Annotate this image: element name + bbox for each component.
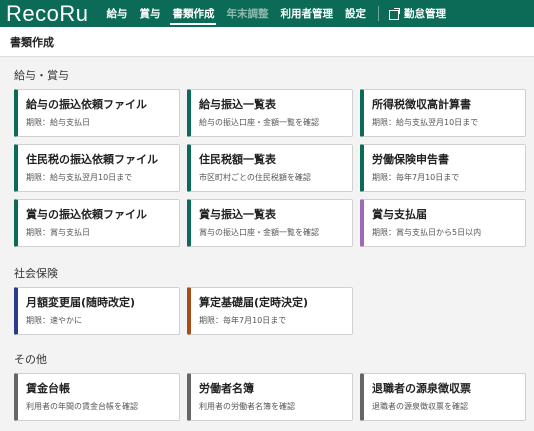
page-header: 書類作成: [0, 27, 534, 57]
external-link-icon: [388, 8, 400, 20]
card-subtitle: 期限：給与支払日: [26, 118, 90, 127]
card-title: 労働保険申告書: [372, 153, 449, 166]
social-insurance-card-grid: 月額変更届(随時改定) 期限：速やかに 算定基礎届(定時決定) 期限：毎年7月1…: [14, 287, 526, 335]
card-subtitle: 期限：賞与支払日から5日以内: [372, 228, 482, 237]
card-title: 月額変更届(随時改定): [26, 296, 136, 309]
card-subtitle: 市区町村ごとの住民税額を確認: [199, 173, 311, 182]
nav-divider: [377, 6, 379, 21]
section-title-salary-bonus: 給与・賞与: [14, 69, 69, 82]
card-title: 住民税額一覧表: [199, 153, 276, 166]
card-monthly-change-report[interactable]: 月額変更届(随時改定) 期限：速やかに: [14, 287, 180, 335]
card-subtitle: 給与の振込口座・金額一覧を確認: [199, 118, 319, 127]
nav-item-salary[interactable]: 給与: [100, 0, 133, 27]
card-title: 賞与支払届: [372, 208, 427, 221]
card-resident-tax-list[interactable]: 住民税額一覧表 市区町村ごとの住民税額を確認: [187, 144, 353, 192]
card-subtitle: 期限：賞与支払日: [26, 228, 90, 237]
nav-item-settings[interactable]: 設定: [339, 0, 372, 27]
app-logo[interactable]: RecoRu: [6, 0, 88, 27]
card-title: 所得税徴収高計算書: [372, 98, 471, 111]
attendance-link[interactable]: 勤怠管理: [385, 0, 450, 27]
card-subtitle: 期限：速やかに: [26, 316, 82, 325]
card-subtitle: 期限：毎年7月10日まで: [372, 173, 460, 182]
nav-item-documents[interactable]: 書類作成: [166, 0, 220, 27]
card-subtitle: 退職者の源泉徴収票を確認: [372, 402, 468, 411]
card-title: 給与の振込依頼ファイル: [26, 98, 147, 111]
card-income-tax-statement[interactable]: 所得税徴収高計算書 期限：給与支払翌月10日まで: [360, 89, 526, 137]
nav-item-bonus[interactable]: 賞与: [133, 0, 166, 27]
card-title: 住民税の振込依頼ファイル: [26, 153, 158, 166]
nav-item-user-management[interactable]: 利用者管理: [274, 0, 339, 27]
card-title: 賃金台帳: [26, 382, 70, 395]
card-retiree-withholding-slip[interactable]: 退職者の源泉徴収票 退職者の源泉徴収票を確認: [360, 373, 526, 421]
section-title-other: その他: [14, 353, 47, 366]
card-subtitle: 期限：給与支払翌月10日まで: [372, 118, 479, 127]
nav-item-year-end-adjustment: 年末調整: [226, 8, 269, 20]
card-subtitle: 利用者の労働者名簿を確認: [199, 402, 295, 411]
card-salary-transfer-list[interactable]: 給与振込一覧表 給与の振込口座・金額一覧を確認: [187, 89, 353, 137]
card-title: 賞与振込一覧表: [199, 208, 276, 221]
other-card-grid: 賃金台帳 利用者の年間の賃金台帳を確認 労働者名簿 利用者の労働者名簿を確認 退…: [14, 373, 526, 421]
card-bonus-payment-report[interactable]: 賞与支払届 期限：賞与支払日から5日以内: [360, 199, 526, 247]
card-subtitle: 期限：毎年7月10日まで: [199, 316, 287, 325]
card-title: 賞与の振込依頼ファイル: [26, 208, 147, 221]
page-title: 書類作成: [10, 35, 54, 49]
card-labor-insurance-declaration[interactable]: 労働保険申告書 期限：毎年7月10日まで: [360, 144, 526, 192]
card-bonus-transfer-file[interactable]: 賞与の振込依頼ファイル 期限：賞与支払日: [14, 199, 180, 247]
card-subtitle: 利用者の年間の賃金台帳を確認: [26, 402, 138, 411]
card-resident-tax-transfer-file[interactable]: 住民税の振込依頼ファイル 期限：給与支払翌月10日まで: [14, 144, 180, 192]
top-navigation-bar: RecoRu 給与 賞与 書類作成 年末調整 利用者管理 設定 勤怠管理: [0, 0, 534, 27]
card-salary-transfer-file[interactable]: 給与の振込依頼ファイル 期限：給与支払日: [14, 89, 180, 137]
card-wage-ledger[interactable]: 賃金台帳 利用者の年間の賃金台帳を確認: [14, 373, 180, 421]
salary-bonus-card-grid: 給与の振込依頼ファイル 期限：給与支払日 給与振込一覧表 給与の振込口座・金額一…: [14, 89, 526, 247]
card-calculation-basis-report[interactable]: 算定基礎届(定時決定) 期限：毎年7月10日まで: [187, 287, 353, 335]
card-title: 給与振込一覧表: [199, 98, 276, 111]
card-worker-roster[interactable]: 労働者名簿 利用者の労働者名簿を確認: [187, 373, 353, 421]
card-title: 労働者名簿: [199, 382, 254, 395]
main-nav: 給与 賞与 書類作成 年末調整 利用者管理 設定 勤怠管理: [100, 0, 450, 27]
card-subtitle: 賞与の振込口座・金額一覧を確認: [199, 228, 319, 237]
card-bonus-transfer-list[interactable]: 賞与振込一覧表 賞与の振込口座・金額一覧を確認: [187, 199, 353, 247]
card-subtitle: 期限：給与支払翌月10日まで: [26, 173, 133, 182]
attendance-link-label: 勤怠管理: [403, 8, 446, 20]
section-title-social-insurance: 社会保険: [14, 267, 58, 280]
card-title: 退職者の源泉徴収票: [372, 382, 471, 395]
card-title: 算定基礎届(定時決定): [199, 296, 309, 309]
